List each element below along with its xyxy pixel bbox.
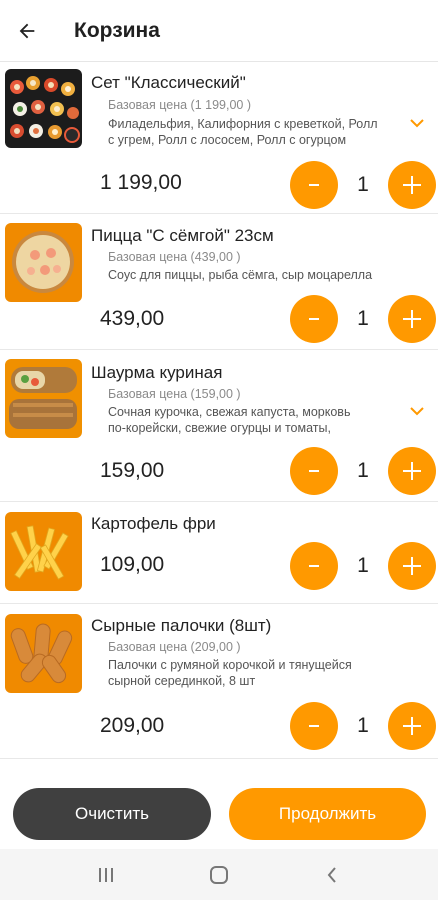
product-description-line: Палочки с румяной корочкой и тянущейся: [108, 658, 352, 672]
cart-item: Сет "Классический" Базовая цена (1 199,0…: [0, 63, 438, 214]
nav-back-button[interactable]: [312, 855, 352, 895]
clear-cart-button[interactable]: Очистить: [13, 788, 211, 840]
product-description-line: сырной серединкой, 8 шт: [108, 674, 256, 688]
product-description-line: Филадельфия, Калифорния с креветкой, Рол…: [108, 117, 378, 131]
cart-actions: Очистить Продолжить: [0, 781, 438, 849]
product-name: Сет "Классический": [91, 73, 246, 92]
decrease-button[interactable]: [290, 447, 338, 495]
minus-icon: [309, 318, 319, 320]
chevron-down-icon[interactable]: [410, 118, 424, 128]
product-description-line: по-корейски, свежие огурцы и томаты,: [108, 421, 331, 435]
item-price: 109,00: [100, 553, 165, 576]
decrease-button[interactable]: [290, 702, 338, 750]
quantity-stepper: 1: [290, 447, 436, 495]
base-price: Базовая цена (209,00 ): [108, 640, 241, 654]
item-price: 1 199,00: [100, 171, 182, 194]
product-image: [5, 512, 82, 591]
quantity-stepper: 1: [290, 161, 436, 209]
product-name: Сырные палочки (8шт): [91, 616, 272, 635]
recents-icon: [99, 867, 114, 882]
product-name: Шаурма куриная: [91, 363, 223, 382]
item-price: 159,00: [100, 459, 165, 482]
product-description-line: с угрем, Ролл с лососем, Ролл с огурцом: [108, 133, 347, 147]
cart-item: Сырные палочки (8шт) Базовая цена (209,0…: [0, 604, 438, 759]
cart-item: Шаурма куриная Базовая цена (159,00 ) Со…: [0, 350, 438, 502]
back-button[interactable]: [2, 0, 52, 62]
quantity-stepper: 1: [290, 702, 436, 750]
product-name: Пицца "С сёмгой" 23см: [91, 226, 274, 245]
minus-icon: [309, 725, 319, 727]
page-title: Корзина: [74, 18, 160, 42]
nav-back-icon: [327, 866, 336, 883]
cart-item: Пицца "С сёмгой" 23см Базовая цена (439,…: [0, 214, 438, 350]
increase-button[interactable]: [388, 542, 436, 590]
chevron-down-icon[interactable]: [410, 406, 424, 416]
decrease-button[interactable]: [290, 295, 338, 343]
product-image: [5, 359, 82, 438]
item-price: 209,00: [100, 714, 165, 737]
product-name: Картофель фри: [91, 514, 216, 533]
system-nav-bar: [0, 849, 438, 900]
home-icon: [209, 865, 228, 884]
quantity-value: 1: [357, 307, 369, 330]
increase-button[interactable]: [388, 161, 436, 209]
base-price: Базовая цена (1 199,00 ): [108, 98, 252, 112]
minus-icon: [309, 565, 319, 567]
quantity-value: 1: [357, 173, 369, 196]
continue-button[interactable]: Продолжить: [229, 788, 426, 840]
item-price: 439,00: [100, 307, 165, 330]
plus-icon: [403, 557, 421, 575]
quantity-value: 1: [357, 714, 369, 737]
quantity-value: 1: [357, 459, 369, 482]
product-description: Соус для пиццы, рыба сёмга, сыр моцарелл…: [108, 268, 373, 282]
base-price: Базовая цена (159,00 ): [108, 387, 241, 401]
app-bar: Корзина: [0, 0, 438, 62]
cart-list: Сет "Классический" Базовая цена (1 199,0…: [0, 63, 438, 759]
plus-icon: [403, 310, 421, 328]
recents-button[interactable]: [86, 855, 126, 895]
product-image: [5, 223, 82, 302]
arrow-left-icon: [19, 23, 35, 38]
plus-icon: [403, 717, 421, 735]
quantity-value: 1: [357, 554, 369, 577]
increase-button[interactable]: [388, 295, 436, 343]
minus-icon: [309, 184, 319, 186]
home-button[interactable]: [199, 855, 239, 895]
minus-icon: [309, 470, 319, 472]
increase-button[interactable]: [388, 702, 436, 750]
increase-button[interactable]: [388, 447, 436, 495]
decrease-button[interactable]: [290, 542, 338, 590]
cart-item: Картофель фри 109,00 1: [0, 502, 438, 604]
decrease-button[interactable]: [290, 161, 338, 209]
product-image: [5, 69, 82, 148]
product-image: [5, 614, 82, 693]
plus-icon: [403, 462, 421, 480]
plus-icon: [403, 176, 421, 194]
base-price: Базовая цена (439,00 ): [108, 250, 241, 264]
quantity-stepper: 1: [290, 295, 436, 343]
product-description-line: Сочная курочка, свежая капуста, морковь: [108, 405, 351, 419]
quantity-stepper: 1: [290, 542, 436, 590]
